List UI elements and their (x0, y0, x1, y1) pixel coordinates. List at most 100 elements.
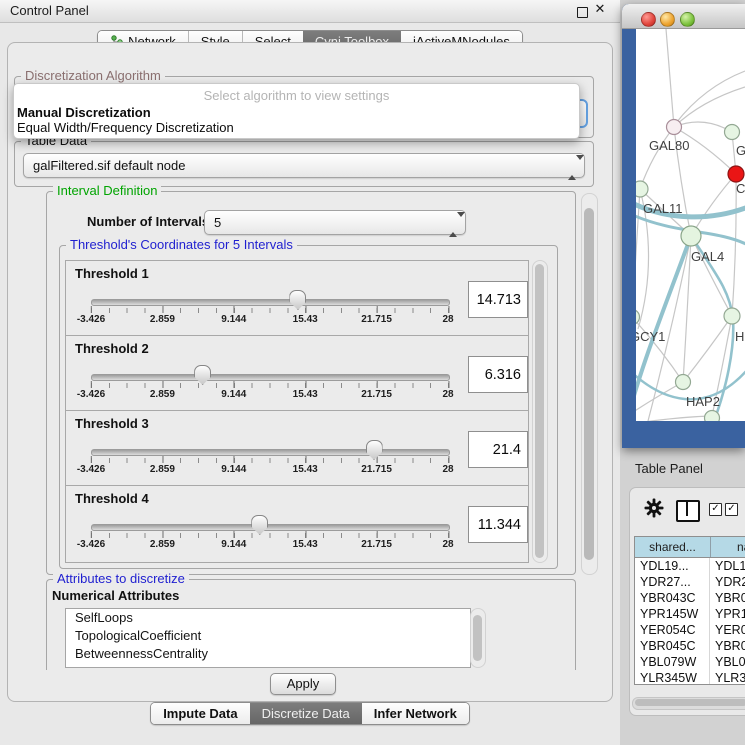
attributes-scrollbar[interactable] (470, 608, 486, 668)
scrollbar-thumb[interactable] (473, 615, 482, 661)
panel-title: Control Panel (10, 3, 89, 18)
slider-thumb[interactable] (366, 440, 383, 460)
tab-infer-network[interactable]: Infer Network (362, 703, 469, 724)
column-header-name[interactable]: na (711, 537, 745, 557)
cell[interactable]: YER0 (710, 622, 745, 638)
slider-track[interactable] (91, 449, 450, 456)
table-panel-title: Table Panel (635, 461, 703, 476)
horizontal-scrollbar[interactable] (632, 697, 745, 710)
interval-definition-group: Interval Definition Number of Intervals … (46, 191, 576, 575)
network-window-titlebar[interactable] (622, 4, 745, 29)
slider-track[interactable] (91, 374, 450, 381)
gear-icon[interactable] (644, 498, 664, 518)
minimize-traffic-light-icon[interactable] (660, 12, 675, 27)
node-red[interactable] (728, 166, 744, 182)
cell[interactable]: YBL0 (710, 654, 745, 670)
scrollbar-thumb[interactable] (635, 699, 745, 706)
threshold-value-field[interactable]: 14.713 (468, 281, 528, 318)
node-hap2[interactable] (676, 375, 691, 390)
cell[interactable]: YDR27... (635, 574, 710, 590)
slider-tick-labels: -3.426 2.859 9.144 15.43 21.715 28 (91, 464, 448, 477)
combo-arrows-icon (449, 217, 457, 229)
cell[interactable]: YDR2 (710, 574, 745, 590)
panel-scrollbar[interactable] (581, 193, 598, 575)
node-gal4[interactable] (681, 226, 701, 246)
threshold-value-field[interactable]: 21.4 (468, 431, 528, 468)
slider-track[interactable] (91, 299, 450, 306)
network-canvas[interactable]: GAL80 GA C GAL11 GAL4 GCY1 H HAP2 (636, 29, 745, 421)
apply-button[interactable]: Apply (270, 673, 336, 695)
node-gal80[interactable] (667, 120, 682, 135)
list-item[interactable]: TopologicalCoefficient (66, 627, 470, 645)
threshold-value-field[interactable]: 6.316 (468, 356, 528, 393)
close-icon[interactable]: ✕ (594, 3, 606, 15)
cell[interactable]: YDL1 (710, 558, 745, 574)
slider-track[interactable] (91, 524, 450, 531)
node-label: GAL4 (691, 249, 724, 264)
node-label: C (736, 181, 745, 196)
close-traffic-light-icon[interactable] (641, 12, 656, 27)
cell[interactable]: YBR045C (635, 638, 710, 654)
table-row[interactable]: YBR045C YBR0 (635, 638, 745, 654)
table-row[interactable]: YDR27... YDR2 (635, 574, 745, 590)
threshold-label: Threshold 4 (75, 491, 149, 506)
checkbox-icon[interactable]: ✓ (709, 503, 722, 516)
cell[interactable]: YBL079W (635, 654, 710, 670)
slider-ticks (91, 308, 449, 313)
table-row[interactable]: YLR345W YLR3 (635, 670, 745, 685)
table-row[interactable]: YER054C YER0 (635, 622, 745, 638)
cell[interactable]: YDL19... (635, 558, 710, 574)
number-of-intervals-combo[interactable]: 5 (204, 210, 466, 235)
attributes-list[interactable]: SelfLoops TopologicalCoefficient Between… (65, 608, 471, 668)
float-window-icon[interactable] (577, 7, 588, 18)
combo-value: 5 (214, 215, 221, 230)
table-row[interactable]: YPR145W YPR1 (635, 606, 745, 622)
thresholds-scrollbar[interactable] (532, 260, 548, 563)
scrollbar-thumb[interactable] (535, 264, 544, 558)
threshold-label: Threshold 2 (75, 341, 149, 356)
cell[interactable]: YBR0 (710, 638, 745, 654)
group-label: Attributes to discretize (53, 571, 189, 586)
group-label: Interval Definition (53, 183, 161, 198)
cell[interactable]: YPR145W (635, 606, 710, 622)
slider-ticks (91, 383, 449, 388)
checkbox-icon[interactable]: ✓ (725, 503, 738, 516)
cell[interactable]: YBR043C (635, 590, 710, 606)
threshold-value-field[interactable]: 11.344 (468, 506, 528, 543)
node-gcy1[interactable] (636, 310, 640, 325)
split-columns-icon[interactable] (676, 500, 700, 522)
tab-impute-data[interactable]: Impute Data (151, 703, 249, 724)
node-gal11[interactable] (636, 181, 648, 197)
zoom-traffic-light-icon[interactable] (680, 12, 695, 27)
slider-tick-labels: -3.426 2.859 9.144 15.43 21.715 28 (91, 539, 448, 552)
cell[interactable]: YER054C (635, 622, 710, 638)
slider-thumb[interactable] (194, 365, 211, 385)
table-row[interactable]: YBL079W YBL0 (635, 654, 745, 670)
table-data-group: Table Data galFiltered.sif default node (14, 141, 594, 187)
threshold-row: Threshold 1 -3.426 2.859 9.144 15.43 21.… (65, 260, 529, 338)
attributes-group: Attributes to discretize Numerical Attri… (46, 579, 576, 670)
cell[interactable]: YPR1 (710, 606, 745, 622)
table-row[interactable]: YBR043C YBR0 (635, 590, 745, 606)
table-row[interactable]: YDL19... YDL1 (635, 558, 745, 574)
cell[interactable]: YBR0 (710, 590, 745, 606)
combo-arrows-icon (568, 160, 576, 172)
dropdown-option-manual[interactable]: Manual Discretization (16, 105, 151, 120)
table-data-combo[interactable]: galFiltered.sif default node (23, 153, 585, 178)
slider-thumb[interactable] (251, 515, 268, 535)
node-top-right[interactable] (725, 125, 740, 140)
algorithm-dropdown-popup: Select algorithm to view settings Manual… (13, 83, 580, 139)
node-h[interactable] (724, 308, 740, 324)
cell[interactable]: YLR3 (710, 670, 745, 685)
slider-thumb[interactable] (289, 290, 306, 310)
scrollbar-thumb[interactable] (584, 208, 594, 560)
dropdown-placeholder: Select algorithm to view settings (14, 88, 579, 103)
node-bottom[interactable] (705, 411, 720, 422)
node-label: HAP2 (686, 394, 720, 409)
column-header-shared-name[interactable]: shared... (635, 537, 711, 557)
tab-discretize-data[interactable]: Discretize Data (250, 703, 362, 724)
dropdown-option-equal-width[interactable]: Equal Width/Frequency Discretization (16, 120, 234, 135)
cell[interactable]: YLR345W (635, 670, 710, 685)
list-item[interactable]: SelfLoops (66, 609, 470, 627)
list-item[interactable]: BetweennessCentrality (66, 645, 470, 663)
